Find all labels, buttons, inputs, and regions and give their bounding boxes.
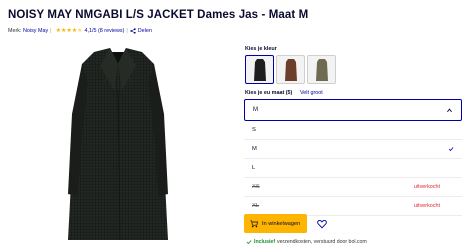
brand-prefix: Merk:	[8, 28, 22, 34]
brand-link[interactable]: Noisy May	[23, 28, 48, 34]
color-swatch-khaki[interactable]	[307, 55, 336, 84]
wishlist-button[interactable]	[312, 214, 331, 233]
heart-icon	[316, 219, 327, 228]
reviews-link[interactable]: 4,1/5 (8 reviews)	[85, 28, 125, 34]
size-option-m[interactable]: M	[244, 140, 462, 159]
size-option-s[interactable]: S	[244, 121, 462, 140]
size-option-xs: XS uitverkocht	[244, 178, 462, 197]
size-select[interactable]: M	[244, 99, 462, 121]
jacket-khaki-thumb-icon	[315, 58, 328, 81]
size-option-l[interactable]: L	[244, 159, 462, 178]
cart-icon	[250, 219, 258, 227]
add-to-cart-button[interactable]: In winkelwagen	[244, 214, 307, 233]
share-link[interactable]: Delen	[138, 28, 152, 34]
size-guide-link[interactable]: Velt groot	[300, 90, 323, 96]
size-label: Kies je eu maat (5)	[245, 90, 293, 96]
checkmark-icon	[448, 147, 454, 152]
jacket-brown-thumb-icon	[284, 58, 297, 81]
chevron-up-icon	[447, 108, 452, 113]
color-label: Kies je kleur	[245, 46, 277, 52]
size-options-list: S M L XS uitverkocht XL uitverkocht	[244, 121, 462, 216]
add-to-cart-label: In winkelwagen	[262, 220, 301, 227]
shipping-info: Inclusief verzendkosten, verstuurd door …	[246, 239, 367, 245]
product-image[interactable]	[48, 44, 188, 244]
meta-divider: |	[126, 28, 128, 34]
jacket-black-thumb-icon	[253, 58, 266, 81]
shipping-included: Inclusief	[254, 239, 276, 245]
star-half-icon: ★	[77, 28, 83, 34]
sold-out-label: uitverkocht	[413, 203, 440, 209]
product-meta: Merk: Noisy May | ★ ★ ★ ★ ★ 4,1/5 (8 rev…	[8, 28, 152, 34]
color-swatch-black[interactable]	[245, 55, 274, 84]
meta-divider: |	[50, 28, 52, 34]
shipping-text: verzendkosten, verstuurd door bol.com	[277, 239, 367, 245]
size-select-value: M	[253, 107, 258, 113]
share-icon[interactable]	[130, 28, 136, 34]
rating-stars[interactable]: ★ ★ ★ ★ ★	[56, 28, 83, 34]
color-swatch-brown[interactable]	[276, 55, 305, 84]
checkmark-icon	[246, 240, 252, 245]
product-title: NOISY MAY NMGABI L/S JACKET Dames Jas - …	[8, 9, 309, 21]
sold-out-label: uitverkocht	[413, 184, 440, 190]
